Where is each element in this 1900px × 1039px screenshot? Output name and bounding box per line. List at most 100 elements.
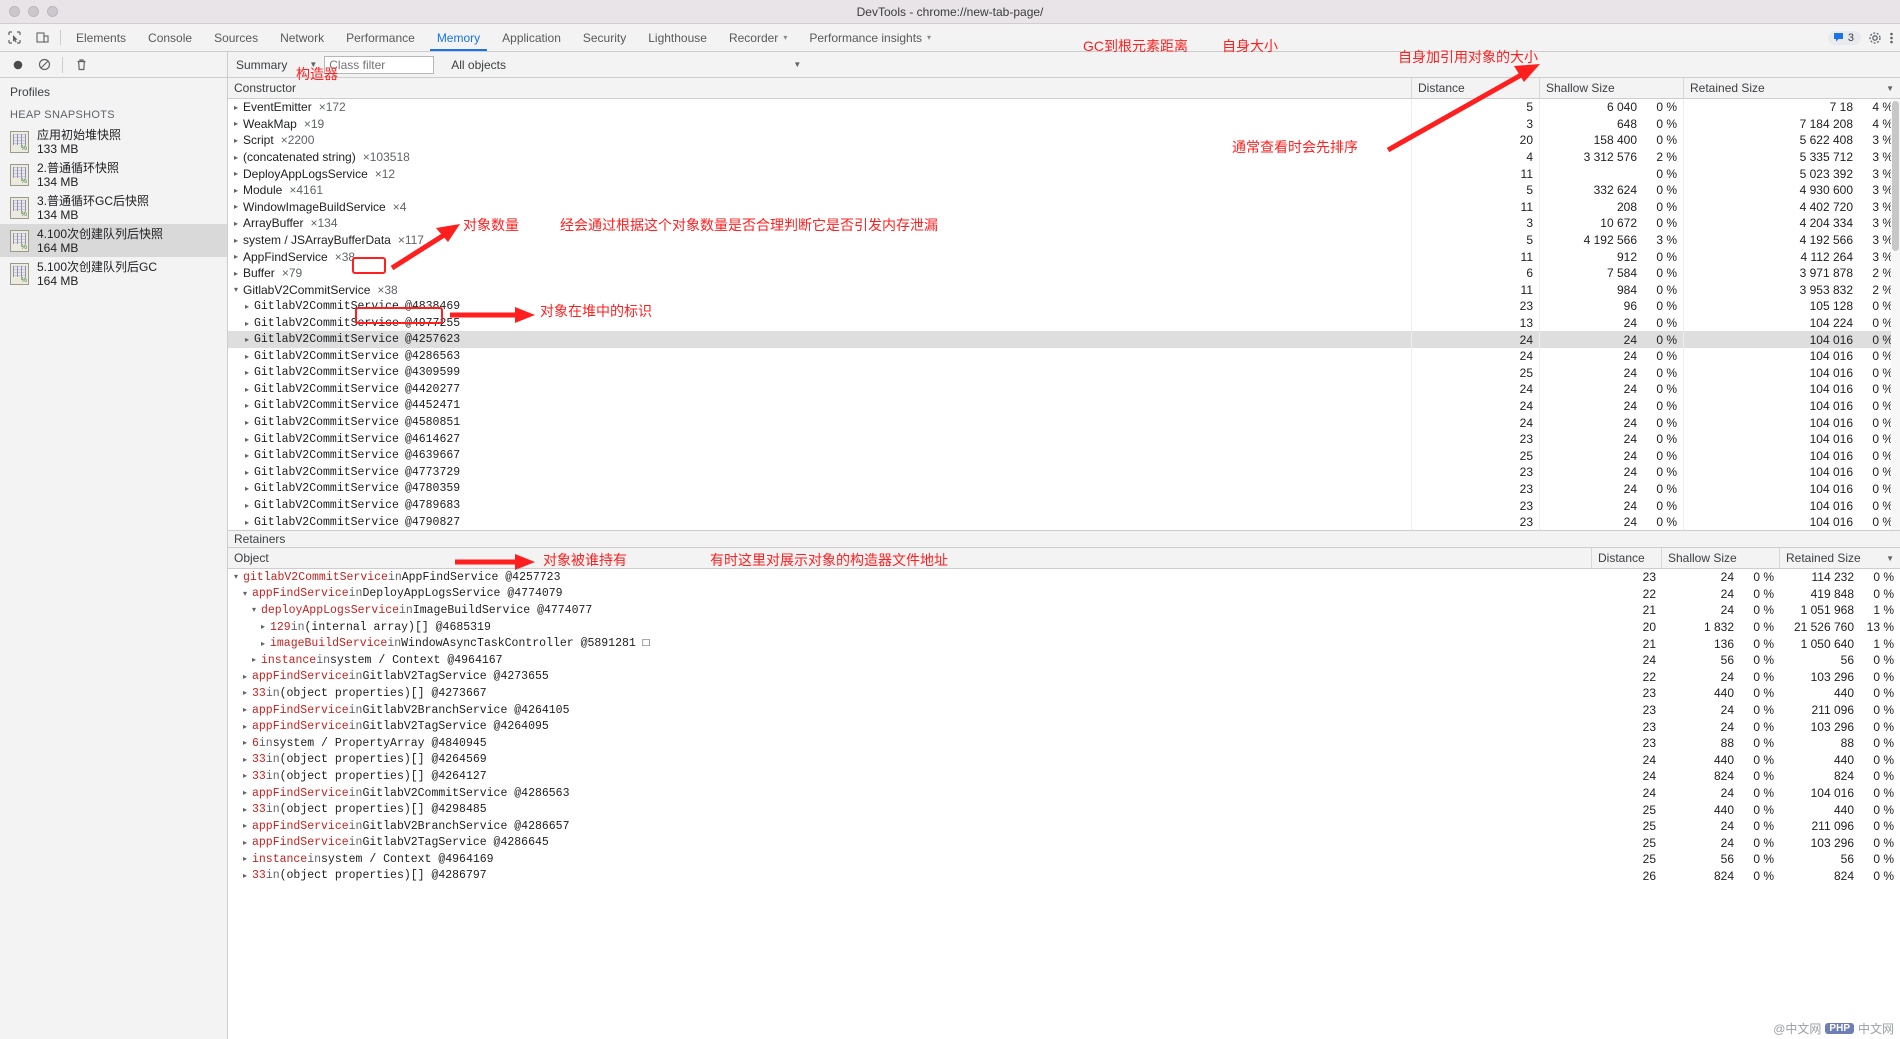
table-row[interactable]: ▸ GitlabV2CommitService @4309599 25 24 0 % 104… bbox=[228, 364, 1900, 382]
expand-triangle-icon[interactable]: ▸ bbox=[243, 672, 252, 682]
constructors-rows[interactable]: ▸ EventEmitter ×172 5 6 040 0 % 7 18 4 % ▸ WeakMa… bbox=[228, 99, 1900, 530]
retainer-row[interactable]: ▸ 33 in (object properties)[] @4264127 24 8… bbox=[228, 768, 1900, 785]
table-row[interactable]: ▸ Buffer ×79 6 7 584 0 % 3 971 878 2 % bbox=[228, 264, 1900, 282]
table-row[interactable]: ▸ Script ×2200 20 158 400 0 % 5 622 408 3 % bbox=[228, 132, 1900, 149]
chevron-down-icon[interactable]: ▾ bbox=[783, 33, 787, 42]
tab-sources[interactable]: Sources bbox=[203, 24, 269, 51]
delete-profile-button[interactable] bbox=[69, 52, 93, 77]
retainer-row[interactable]: ▸ 129 in (internal array)[] @4685319 20 1 8… bbox=[228, 619, 1900, 636]
tab-elements[interactable]: Elements bbox=[65, 24, 137, 51]
tab-network[interactable]: Network bbox=[269, 24, 335, 51]
table-row[interactable]: ▸ GitlabV2CommitService @4580851 24 24 0 % 104… bbox=[228, 414, 1900, 431]
kebab-menu-icon[interactable] bbox=[1889, 31, 1894, 45]
table-row[interactable]: ▸ GitlabV2CommitService @4977255 13 24 0 % 104… bbox=[228, 314, 1900, 332]
expand-triangle-icon[interactable]: ▸ bbox=[234, 202, 243, 211]
expand-triangle-icon[interactable]: ▸ bbox=[245, 418, 254, 427]
device-toolbar-icon[interactable] bbox=[28, 24, 56, 51]
expand-triangle-icon[interactable]: ▾ bbox=[234, 572, 243, 582]
expand-triangle-icon[interactable]: ▸ bbox=[243, 838, 252, 848]
expand-triangle-icon[interactable]: ▸ bbox=[243, 755, 252, 765]
expand-triangle-icon[interactable]: ▸ bbox=[243, 821, 252, 831]
tab-performance-insights[interactable]: Performance insights ▾ bbox=[798, 24, 942, 51]
snapshot-item[interactable]: % 4.100次创建队列后快照 164 MB bbox=[0, 224, 227, 257]
retainers-rows[interactable]: ▾ gitlabV2CommitService in AppFindService… bbox=[228, 569, 1900, 1039]
expand-triangle-icon[interactable]: ▸ bbox=[245, 385, 254, 394]
column-header-retainer-retained[interactable]: Retained Size ▼ bbox=[1780, 548, 1900, 568]
expand-triangle-icon[interactable]: ▸ bbox=[234, 236, 243, 245]
expand-triangle-icon[interactable]: ▸ bbox=[245, 451, 254, 460]
table-row[interactable]: ▸ GitlabV2CommitService @4838469 23 96 0 % 105… bbox=[228, 298, 1900, 315]
expand-triangle-icon[interactable]: ▸ bbox=[243, 705, 252, 715]
expand-triangle-icon[interactable]: ▸ bbox=[243, 688, 252, 698]
column-header-shallow-size[interactable]: Shallow Size bbox=[1540, 78, 1684, 98]
table-row[interactable]: ▸ Module ×4161 5 332 624 0 % 4 930 600 3 % bbox=[228, 181, 1900, 199]
table-row[interactable]: ▸ AppFindService ×38 11 912 0 % 4 112 264 3 % bbox=[228, 248, 1900, 265]
expand-triangle-icon[interactable]: ▸ bbox=[234, 153, 243, 162]
tab-lighthouse[interactable]: Lighthouse bbox=[637, 24, 718, 51]
expand-triangle-icon[interactable]: ▸ bbox=[243, 805, 252, 815]
expand-triangle-icon[interactable]: ▸ bbox=[243, 788, 252, 798]
table-row[interactable]: ▸ GitlabV2CommitService @4790827 23 24 0 % 104… bbox=[228, 513, 1900, 530]
retainer-row[interactable]: ▾ appFindService in DeployAppLogsService … bbox=[228, 586, 1900, 603]
record-button[interactable] bbox=[6, 52, 30, 77]
expand-triangle-icon[interactable]: ▸ bbox=[245, 368, 254, 377]
table-row[interactable]: ▸ ArrayBuffer ×134 3 10 672 0 % 4 204 334 3 % bbox=[228, 215, 1900, 232]
retainer-row[interactable]: ▸ 33 in (object properties)[] @4273667 23 4… bbox=[228, 685, 1900, 702]
expand-triangle-icon[interactable]: ▸ bbox=[243, 738, 252, 748]
table-row[interactable]: ▸ GitlabV2CommitService @4614627 23 24 0 % 104… bbox=[228, 430, 1900, 448]
expand-triangle-icon[interactable]: ▾ bbox=[234, 285, 243, 294]
retainer-row[interactable]: ▸ appFindService in GitlabV2TagService @4… bbox=[228, 835, 1900, 852]
expand-triangle-icon[interactable]: ▸ bbox=[243, 854, 252, 864]
table-row[interactable]: ▸ GitlabV2CommitService @4639667 25 24 0 % 104… bbox=[228, 447, 1900, 465]
tab-security[interactable]: Security bbox=[572, 24, 637, 51]
expand-triangle-icon[interactable]: ▸ bbox=[234, 136, 243, 145]
snapshot-item[interactable]: % 3.普通循环GC后快照 134 MB bbox=[0, 191, 227, 224]
clear-button[interactable] bbox=[32, 52, 56, 77]
retainer-row[interactable]: ▸ instance in system / Context @4964167 24… bbox=[228, 652, 1900, 669]
expand-triangle-icon[interactable]: ▸ bbox=[234, 103, 243, 112]
column-header-constructor[interactable]: Constructor bbox=[228, 78, 1412, 98]
retainer-row[interactable]: ▸ appFindService in GitlabV2TagService @4… bbox=[228, 669, 1900, 686]
retainer-row[interactable]: ▸ appFindService in GitlabV2CommitService… bbox=[228, 785, 1900, 802]
view-select[interactable]: Summary ▼ bbox=[236, 58, 317, 72]
table-row[interactable]: ▸ GitlabV2CommitService @4286563 24 24 0 % 104… bbox=[228, 347, 1900, 365]
tab-memory[interactable]: Memory bbox=[426, 24, 491, 51]
class-filter-input[interactable] bbox=[324, 55, 435, 74]
column-header-retained-size[interactable]: Retained Size ▼ bbox=[1684, 78, 1900, 98]
expand-triangle-icon[interactable]: ▸ bbox=[234, 119, 243, 128]
retainer-row[interactable]: ▸ appFindService in GitlabV2BranchService… bbox=[228, 818, 1900, 835]
expand-triangle-icon[interactable]: ▾ bbox=[243, 589, 252, 599]
table-row[interactable]: ▸ EventEmitter ×172 5 6 040 0 % 7 18 4 % bbox=[228, 99, 1900, 116]
table-row[interactable]: ▸ GitlabV2CommitService @4452471 24 24 0 % 104… bbox=[228, 397, 1900, 415]
issues-badge[interactable]: 3 bbox=[1827, 30, 1861, 45]
snapshot-item[interactable]: % 2.普通循环快照 134 MB bbox=[0, 158, 227, 191]
table-row[interactable]: ▸ (concatenated string) ×103518 4 3 312 576 2… bbox=[228, 148, 1900, 166]
retainer-row[interactable]: ▸ 33 in (object properties)[] @4298485 25 4… bbox=[228, 801, 1900, 818]
inspect-element-icon[interactable] bbox=[0, 24, 28, 51]
expand-triangle-icon[interactable]: ▸ bbox=[245, 484, 254, 493]
table-row[interactable]: ▾ GitlabV2CommitService ×38 11 984 0 % 3 953 8… bbox=[228, 281, 1900, 299]
chevron-down-icon[interactable]: ▼ bbox=[309, 60, 317, 69]
gear-icon[interactable] bbox=[1868, 31, 1882, 45]
chevron-down-icon[interactable]: ▾ bbox=[927, 33, 931, 42]
table-row[interactable]: ▸ WindowImageBuildService ×4 11 208 0 % 4 402 … bbox=[228, 198, 1900, 216]
expand-triangle-icon[interactable]: ▸ bbox=[243, 871, 252, 881]
snapshot-item[interactable]: % 应用初始堆快照 133 MB bbox=[0, 125, 227, 158]
chevron-down-icon[interactable]: ▼ bbox=[793, 60, 801, 69]
column-header-object[interactable]: Object bbox=[228, 548, 1592, 568]
constructors-scrollbar[interactable] bbox=[1891, 99, 1900, 530]
snapshot-item[interactable]: % 5.100次创建队列后GC 164 MB bbox=[0, 257, 227, 290]
expand-triangle-icon[interactable]: ▸ bbox=[234, 219, 243, 228]
expand-triangle-icon[interactable]: ▸ bbox=[243, 722, 252, 732]
retainer-row[interactable]: ▸ 33 in (object properties)[] @4286797 26 8… bbox=[228, 868, 1900, 885]
tab-application[interactable]: Application bbox=[491, 24, 572, 51]
table-row[interactable]: ▸ DeployAppLogsService ×12 11 0 % 5 023 392 3 … bbox=[228, 165, 1900, 182]
tab-console[interactable]: Console bbox=[137, 24, 203, 51]
table-row[interactable]: ▸ GitlabV2CommitService @4780359 23 24 0 % 104… bbox=[228, 480, 1900, 498]
expand-triangle-icon[interactable]: ▸ bbox=[245, 501, 254, 510]
expand-triangle-icon[interactable]: ▸ bbox=[234, 169, 243, 178]
retainer-row[interactable]: ▸ appFindService in GitlabV2TagService @4… bbox=[228, 718, 1900, 735]
retainer-row[interactable]: ▸ 33 in (object properties)[] @4264569 24 4… bbox=[228, 752, 1900, 769]
table-row[interactable]: ▸ WeakMap ×19 3 648 0 % 7 184 208 4 % bbox=[228, 115, 1900, 133]
table-row[interactable]: ▸ GitlabV2CommitService @4789683 23 24 0 % 104… bbox=[228, 497, 1900, 514]
